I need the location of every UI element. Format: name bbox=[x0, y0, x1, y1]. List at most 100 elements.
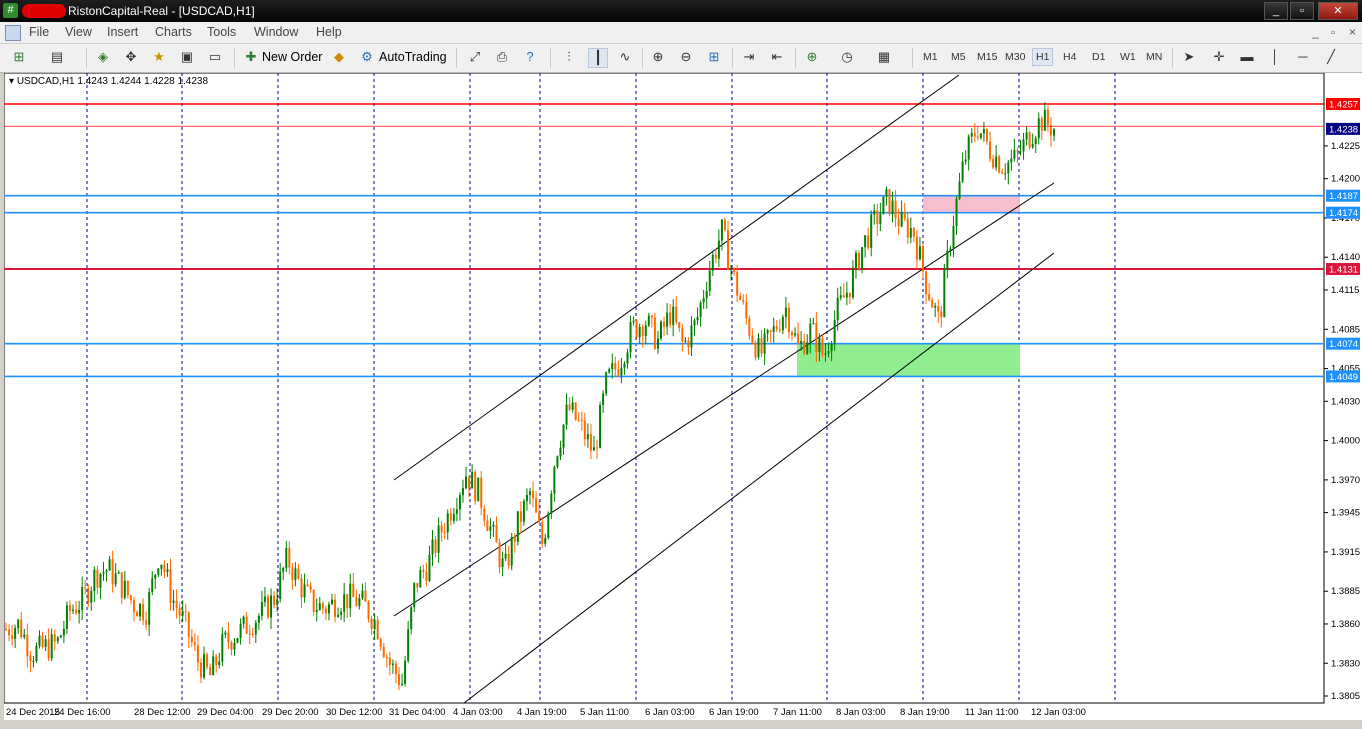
data-window-icon[interactable]: ✥ bbox=[122, 48, 140, 66]
menu-charts[interactable]: Charts bbox=[155, 25, 192, 39]
tile-windows-icon[interactable]: ⊞ bbox=[705, 48, 723, 66]
chart-shift-icon[interactable]: ⇥ bbox=[740, 48, 758, 66]
candle-body bbox=[62, 628, 65, 636]
metaeditor-icon[interactable]: ◆ bbox=[330, 48, 348, 66]
fullscreen-icon[interactable]: ⤢ bbox=[466, 48, 484, 66]
candle-body bbox=[727, 230, 730, 270]
horizontal-line-icon[interactable]: ─ bbox=[1294, 48, 1312, 66]
candle-body bbox=[678, 322, 681, 329]
candle-body bbox=[861, 247, 864, 270]
close-button[interactable]: ✕ bbox=[1318, 2, 1358, 20]
candle-body bbox=[538, 512, 541, 523]
rectangle-tool-icon[interactable]: ▬ bbox=[1238, 48, 1256, 66]
candle-body bbox=[876, 210, 879, 225]
candle-body bbox=[748, 318, 751, 336]
candle-body bbox=[529, 491, 531, 495]
print-icon[interactable]: ⎙ bbox=[493, 48, 511, 66]
candle-body bbox=[181, 611, 184, 616]
navigator-icon[interactable]: ★ bbox=[150, 48, 168, 66]
zoom-out-icon[interactable]: ⊖ bbox=[677, 48, 695, 66]
timeframe-mn[interactable]: MN bbox=[1143, 49, 1165, 65]
candle-body bbox=[900, 211, 903, 227]
market-watch-icon[interactable]: ◈ bbox=[94, 48, 112, 66]
menu-tools[interactable]: Tools bbox=[207, 25, 236, 39]
mt4-icon: # bbox=[3, 3, 18, 18]
candle-body bbox=[599, 405, 602, 448]
candle-body bbox=[93, 569, 96, 591]
candle-body bbox=[714, 254, 717, 259]
candle-body bbox=[96, 569, 99, 588]
trendline-icon[interactable]: ╱ bbox=[1322, 48, 1340, 66]
bar-chart-icon[interactable]: ⫶ bbox=[560, 48, 578, 66]
autoscroll-icon[interactable]: ⇤ bbox=[768, 48, 786, 66]
menu-insert[interactable]: Insert bbox=[107, 25, 138, 39]
candle-body bbox=[611, 363, 614, 370]
autotrading-button[interactable]: AutoTrading bbox=[379, 47, 447, 67]
candle-body bbox=[215, 656, 218, 665]
candle-body bbox=[973, 132, 976, 137]
price-label: 1.3885 bbox=[1331, 586, 1360, 597]
chart-window[interactable]: 24 Dec 2015 24 Dec 16:00 28 Dec 12:00 29 De… bbox=[4, 73, 1362, 729]
zoom-in-icon[interactable]: ⊕ bbox=[649, 48, 667, 66]
candle-body bbox=[949, 248, 952, 251]
time-label: 4 Jan 03:00 bbox=[453, 707, 503, 718]
timeframe-d1[interactable]: D1 bbox=[1089, 49, 1108, 65]
candle-body bbox=[364, 590, 367, 602]
menu-file[interactable]: File bbox=[29, 25, 49, 39]
crosshair-icon[interactable]: ✛ bbox=[1210, 48, 1228, 66]
candle-body bbox=[906, 218, 909, 238]
candle-body bbox=[681, 328, 684, 342]
candle-body bbox=[535, 498, 538, 513]
timeframe-m15[interactable]: M15 bbox=[974, 49, 1000, 65]
timeframe-h4[interactable]: H4 bbox=[1060, 49, 1079, 65]
candle-body bbox=[367, 601, 370, 619]
candle-body bbox=[321, 603, 324, 609]
menu-help[interactable]: Help bbox=[316, 25, 342, 39]
new-chart-icon[interactable]: ⊞ bbox=[10, 48, 28, 66]
profiles-icon[interactable]: ▤ bbox=[48, 48, 66, 66]
price-chart[interactable]: 24 Dec 201524 Dec 16:00 28 Dec 12:00 29 De… bbox=[4, 73, 1362, 721]
candle-body bbox=[492, 524, 495, 527]
candle-body bbox=[650, 315, 653, 318]
candle-body bbox=[102, 572, 105, 574]
candle-body bbox=[1034, 138, 1037, 145]
candle-body bbox=[84, 587, 87, 589]
strategy-tester-icon[interactable]: ▭ bbox=[206, 48, 224, 66]
candle-body bbox=[684, 340, 687, 342]
vertical-line-icon[interactable]: │ bbox=[1266, 48, 1284, 66]
mdi-minimize-button[interactable]: _ bbox=[1312, 25, 1319, 39]
timeframe-m5[interactable]: M5 bbox=[948, 49, 969, 65]
candle-body bbox=[385, 657, 388, 659]
candlestick-icon[interactable]: ┃ bbox=[588, 48, 608, 68]
mdi-restore-button[interactable]: ▫ bbox=[1331, 25, 1335, 39]
candle-body bbox=[260, 601, 263, 616]
indicators-icon[interactable]: ⊕ bbox=[803, 48, 821, 66]
chart-window-icon[interactable] bbox=[5, 25, 21, 41]
timeframe-w1[interactable]: W1 bbox=[1117, 49, 1139, 65]
new-order-button[interactable]: New Order bbox=[262, 47, 322, 67]
mdi-close-button[interactable]: × bbox=[1349, 25, 1356, 39]
time-label: 28 Dec 12:00 bbox=[134, 707, 191, 718]
timeframe-h1[interactable]: H1 bbox=[1032, 48, 1054, 66]
candle-body bbox=[11, 635, 14, 639]
new-order-icon[interactable]: ✚ bbox=[242, 48, 260, 66]
periods-icon[interactable]: ◷ bbox=[838, 48, 856, 66]
minimize-button[interactable]: _ bbox=[1264, 2, 1288, 20]
autotrading-icon[interactable]: ⚙ bbox=[358, 48, 376, 66]
cursor-icon[interactable]: ➤ bbox=[1180, 48, 1198, 66]
candle-body bbox=[327, 604, 330, 614]
menu-window[interactable]: Window bbox=[254, 25, 298, 39]
line-chart-icon[interactable]: ∿ bbox=[616, 48, 634, 66]
menu-view[interactable]: View bbox=[65, 25, 92, 39]
help-icon[interactable]: ? bbox=[521, 48, 539, 66]
maximize-button[interactable]: ▫ bbox=[1290, 2, 1314, 20]
templates-icon[interactable]: ▦ bbox=[875, 48, 893, 66]
timeframe-m30[interactable]: M30 bbox=[1002, 49, 1028, 65]
candle-body bbox=[873, 210, 876, 215]
candle-body bbox=[53, 634, 56, 642]
candle-body bbox=[32, 660, 35, 662]
terminal-icon[interactable]: ▣ bbox=[178, 48, 196, 66]
timeframe-m1[interactable]: M1 bbox=[920, 49, 941, 65]
candle-body bbox=[958, 181, 961, 199]
candle-body bbox=[495, 524, 498, 543]
